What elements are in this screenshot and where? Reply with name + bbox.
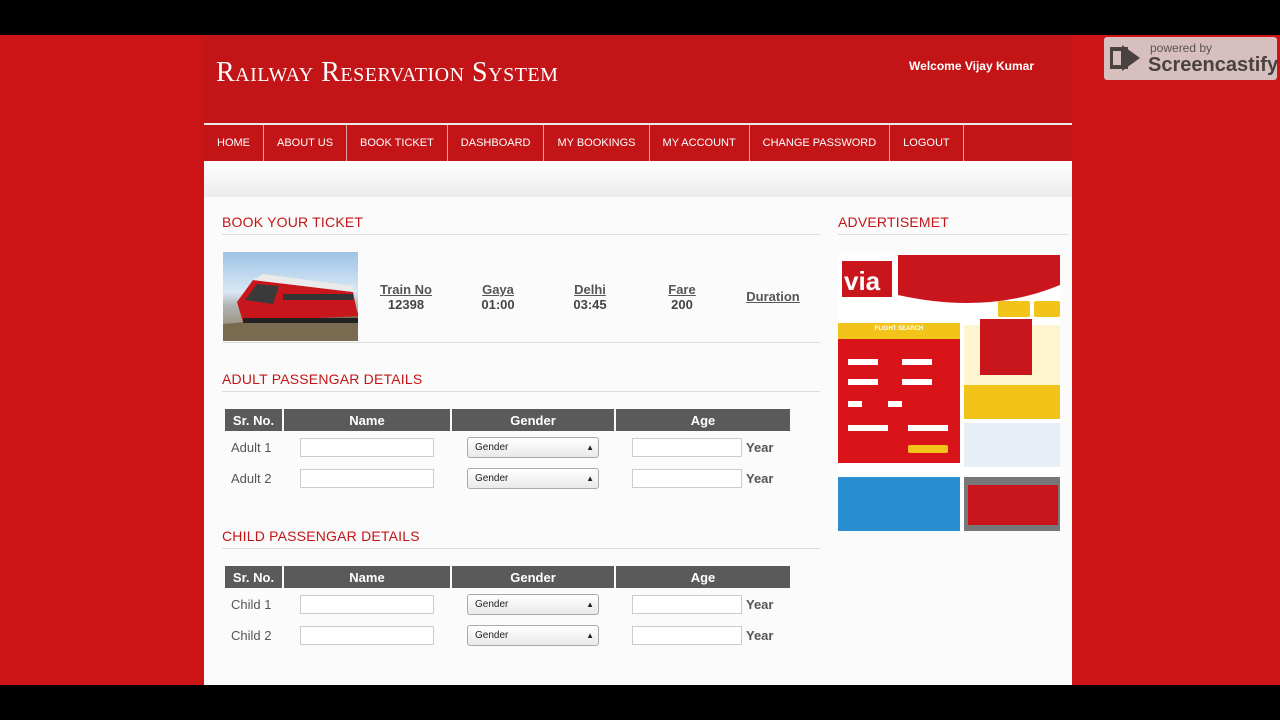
table-header-row: Sr. No. Name Gender Age — [225, 566, 790, 588]
row-label: Adult 1 — [231, 440, 272, 455]
train-no-col: Train No 12398 — [366, 282, 446, 312]
child-passenger-table: Sr. No. Name Gender Age Child 1 Gender ▲ … — [223, 564, 792, 652]
row-label: Child 1 — [231, 597, 272, 612]
row-label: Child 2 — [231, 628, 272, 643]
site-title: Railway Reservation System — [216, 57, 559, 88]
divider — [838, 234, 1068, 235]
fare-col: Fare 200 — [642, 282, 722, 312]
table-header-row: Sr. No. Name Gender Age — [225, 409, 790, 431]
adult-1-name-input[interactable] — [300, 438, 434, 457]
table-row: Child 2 Gender ▲ Year — [225, 621, 790, 650]
year-label: Year — [746, 440, 774, 455]
site-header: Railway Reservation System Welcome Vijay… — [204, 35, 1072, 125]
col-gender: Gender — [452, 566, 614, 588]
nav-my-account[interactable]: MY ACCOUNT — [650, 125, 750, 161]
adult-2-name-input[interactable] — [300, 469, 434, 488]
advertisement-banner[interactable]: via FLIGHT SEARCH — [838, 255, 1060, 531]
screencastify-logo-icon — [1110, 45, 1140, 71]
row-label: Adult 2 — [231, 471, 272, 486]
advertisement-heading: ADVERTISEMET — [838, 214, 950, 230]
welcome-text: Welcome Vijay Kumar — [909, 59, 1034, 73]
table-row: Adult 1 Gender ▲ Year — [225, 433, 790, 462]
divider — [222, 548, 820, 549]
from-station-label: Gaya — [482, 282, 514, 297]
page-container: Railway Reservation System Welcome Vijay… — [204, 35, 1072, 685]
nav-about-us[interactable]: ABOUT US — [264, 125, 348, 161]
adult-passenger-table: Sr. No. Name Gender Age Adult 1 Gender ▲ … — [223, 407, 792, 495]
table-row: Child 1 Gender ▲ Year — [225, 590, 790, 619]
sub-bar — [204, 161, 1072, 197]
select-value: Gender — [475, 473, 509, 484]
ad-flight-search: FLIGHT SEARCH — [874, 326, 924, 332]
col-name: Name — [284, 566, 450, 588]
year-label: Year — [746, 628, 774, 643]
nav-logout[interactable]: LOGOUT — [890, 125, 964, 161]
adult-1-gender-select[interactable]: Gender ▲ — [467, 437, 599, 458]
duration-label: Duration — [746, 289, 800, 304]
fare-label: Fare — [668, 282, 696, 297]
table-row: Adult 2 Gender ▲ Year — [225, 464, 790, 493]
child-1-age-input[interactable] — [632, 595, 742, 614]
divider — [222, 342, 820, 343]
screencastify-watermark: powered by Screencastify — [1104, 37, 1279, 80]
to-station-label: Delhi — [574, 282, 606, 297]
ad-brand: via — [844, 266, 881, 296]
divider — [222, 391, 820, 392]
adult-1-age-input[interactable] — [632, 438, 742, 457]
child-details-heading: CHILD PASSENGAR DETAILS — [222, 528, 420, 544]
nav-home[interactable]: HOME — [204, 125, 264, 161]
year-label: Year — [746, 471, 774, 486]
col-age: Age — [616, 409, 790, 431]
child-1-gender-select[interactable]: Gender ▲ — [467, 594, 599, 615]
to-time-value: 03:45 — [573, 297, 607, 312]
adult-2-age-input[interactable] — [632, 469, 742, 488]
powered-by-text: powered by — [1150, 41, 1213, 55]
to-col: Delhi 03:45 — [550, 282, 630, 312]
nav-change-password[interactable]: CHANGE PASSWORD — [750, 125, 891, 161]
adult-details-heading: ADULT PASSENGAR DETAILS — [222, 371, 423, 387]
from-col: Gaya 01:00 — [458, 282, 538, 312]
nav-dashboard[interactable]: DASHBOARD — [448, 125, 545, 161]
screencastify-text: Screencastify — [1148, 54, 1279, 76]
from-time-value: 01:00 — [481, 297, 515, 312]
child-2-gender-select[interactable]: Gender ▲ — [467, 625, 599, 646]
select-arrow-icon: ▲ — [586, 600, 594, 609]
year-label: Year — [746, 597, 774, 612]
divider — [222, 234, 820, 235]
child-2-age-input[interactable] — [632, 626, 742, 645]
col-name: Name — [284, 409, 450, 431]
child-2-name-input[interactable] — [300, 626, 434, 645]
select-value: Gender — [475, 630, 509, 641]
child-1-name-input[interactable] — [300, 595, 434, 614]
col-sr-no: Sr. No. — [225, 409, 282, 431]
fare-value: 200 — [671, 297, 693, 312]
duration-col: Duration — [733, 289, 813, 304]
train-no-label: Train No — [379, 282, 432, 297]
page-background: Railway Reservation System Welcome Vijay… — [0, 35, 1280, 685]
select-arrow-icon: ▲ — [586, 443, 594, 452]
nav-my-bookings[interactable]: MY BOOKINGS — [544, 125, 650, 161]
select-arrow-icon: ▲ — [586, 631, 594, 640]
col-gender: Gender — [452, 409, 614, 431]
col-age: Age — [616, 566, 790, 588]
col-sr-no: Sr. No. — [225, 566, 282, 588]
book-ticket-heading: BOOK YOUR TICKET — [222, 214, 364, 230]
select-arrow-icon: ▲ — [586, 474, 594, 483]
select-value: Gender — [475, 599, 509, 610]
train-icon — [223, 274, 358, 341]
adult-2-gender-select[interactable]: Gender ▲ — [467, 468, 599, 489]
nav-book-ticket[interactable]: BOOK TICKET — [347, 125, 448, 161]
main-nav: HOME ABOUT US BOOK TICKET DASHBOARD MY B… — [204, 125, 1072, 161]
select-value: Gender — [475, 442, 509, 453]
train-image — [223, 252, 358, 341]
train-no-value: 12398 — [387, 297, 425, 312]
